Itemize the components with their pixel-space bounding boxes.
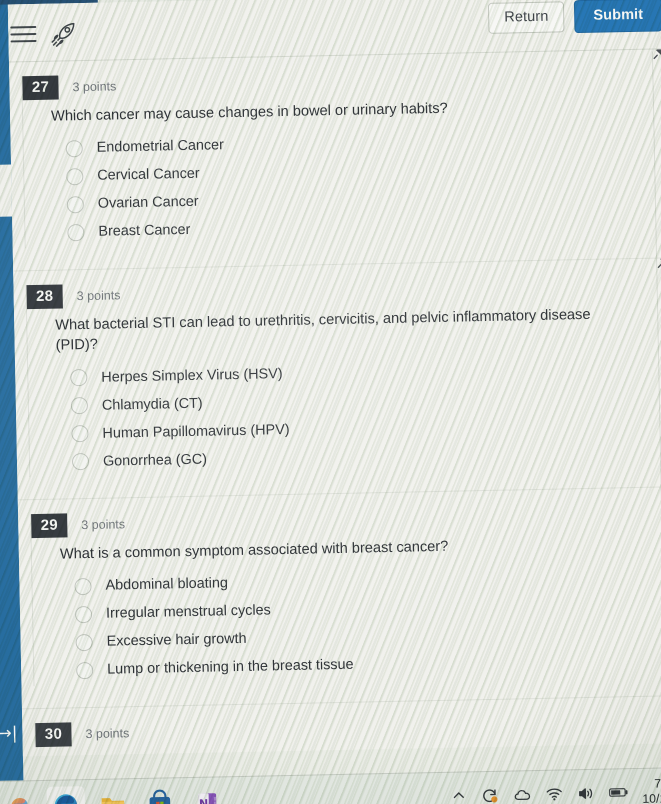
answer-option-label: Excessive hair growth <box>106 631 247 651</box>
clock-date: 10/13/20 <box>642 790 661 804</box>
answer-option-label: Human Papillomavirus (HPV) <box>102 421 290 442</box>
question-header: 28 3 points <box>26 272 661 309</box>
answer-option-label: Lump or thickening in the breast tissue <box>107 657 354 679</box>
question-header: 29 3 points <box>31 501 661 539</box>
question-text: What bacterial STI can lead to urethriti… <box>55 306 591 355</box>
taskbar-icon-edge[interactable] <box>46 786 86 804</box>
screen-photo: →| Return Submit 27 3 points Which cance… <box>0 0 661 804</box>
question-card: 28 3 points What bacterial STI can lead … <box>13 251 661 501</box>
question-points: 3 points <box>76 288 121 303</box>
question-number: 30 <box>35 722 72 747</box>
battery-icon[interactable] <box>608 782 628 802</box>
question-number: 29 <box>31 513 68 539</box>
question-points: 3 points <box>72 79 117 95</box>
question-list[interactable]: 27 3 points Which cancer may cause chang… <box>8 49 661 756</box>
pushpin-icon[interactable] <box>657 250 661 268</box>
radio-button-icon[interactable] <box>74 577 92 596</box>
question-text: Which cancer may cause changes in bowel … <box>50 100 448 125</box>
header-actions: Return Submit <box>488 0 661 35</box>
answer-options: Abdominal bloating Irregular menstrual c… <box>74 561 661 685</box>
taskbar-app-icons: N <box>0 783 226 804</box>
radio-button-icon[interactable] <box>70 397 89 415</box>
answer-options: Endometrial Cancer Cervical Cancer Ovari… <box>65 123 661 247</box>
question-points: 3 points <box>81 517 126 533</box>
answer-option-label: Gonorrhea (GC) <box>102 451 208 470</box>
submit-button[interactable]: Submit <box>574 0 661 34</box>
taskbar-clock[interactable]: 7:29 P 10/13/20 <box>642 776 661 804</box>
wifi-icon[interactable] <box>544 783 564 803</box>
radio-button-icon[interactable] <box>67 223 85 242</box>
question-number: 27 <box>22 75 59 101</box>
clock-time: 7:29 P <box>654 776 661 791</box>
taskbar-icon-file-explorer[interactable] <box>94 785 133 804</box>
svg-text:N: N <box>199 797 209 804</box>
hamburger-menu-icon[interactable] <box>10 25 37 43</box>
answer-option-label: Endometrial Cancer <box>96 137 225 156</box>
question-header: 27 3 points <box>22 63 661 101</box>
radio-button-icon[interactable] <box>70 369 88 387</box>
question-card: 29 3 points What is a common symptom ass… <box>17 487 661 710</box>
onedrive-icon[interactable] <box>512 784 532 804</box>
answer-option-label: Cervical Cancer <box>97 165 200 184</box>
answer-options: Herpes Simplex Virus (HSV) Chlamydia (CT… <box>70 352 661 476</box>
radio-button-icon[interactable] <box>65 139 83 158</box>
question-points: 3 points <box>85 726 130 741</box>
taskbar-icon-onenote[interactable]: N <box>188 783 227 804</box>
answer-option-label: Herpes Simplex Virus (HSV) <box>101 365 283 386</box>
radio-button-icon[interactable] <box>66 195 85 214</box>
radio-button-icon[interactable] <box>75 633 93 652</box>
system-tray: 7:29 P 10/13/20 <box>448 776 661 804</box>
radio-button-icon[interactable] <box>74 605 93 624</box>
radio-button-icon[interactable] <box>66 167 84 186</box>
show-hidden-icons-icon[interactable] <box>448 785 468 804</box>
radio-button-icon[interactable] <box>71 453 90 471</box>
question-card: 27 3 points Which cancer may cause chang… <box>8 49 661 272</box>
answer-option-label: Breast Cancer <box>98 222 191 240</box>
return-button[interactable]: Return <box>488 1 565 34</box>
question-header: 30 3 points <box>35 710 661 747</box>
radio-button-icon[interactable] <box>71 425 89 443</box>
screen-content: →| Return Submit 27 3 points Which cance… <box>0 0 661 804</box>
volume-icon[interactable] <box>576 783 596 803</box>
rocket-icon <box>46 17 81 52</box>
collapse-panel-icon[interactable]: →| <box>0 723 21 743</box>
taskbar-icon-microsoft-store[interactable] <box>141 784 180 804</box>
answer-option-label: Chlamydia (CT) <box>101 395 203 414</box>
windows-taskbar: N 7:29 10/13/20 <box>0 766 661 804</box>
windows-update-icon[interactable] <box>480 785 500 804</box>
taskbar-icon-copilot[interactable] <box>0 787 38 804</box>
answer-option-label: Ovarian Cancer <box>97 193 199 212</box>
question-text: What is a common symptom associated with… <box>59 538 449 563</box>
quiz-app: Return Submit 27 3 points Which cancer m… <box>7 0 661 757</box>
answer-option-label: Irregular menstrual cycles <box>105 602 271 623</box>
answer-option-label: Abdominal bloating <box>105 575 229 595</box>
radio-button-icon[interactable] <box>76 661 94 680</box>
question-number: 28 <box>26 284 63 309</box>
pushpin-icon[interactable] <box>653 49 661 60</box>
